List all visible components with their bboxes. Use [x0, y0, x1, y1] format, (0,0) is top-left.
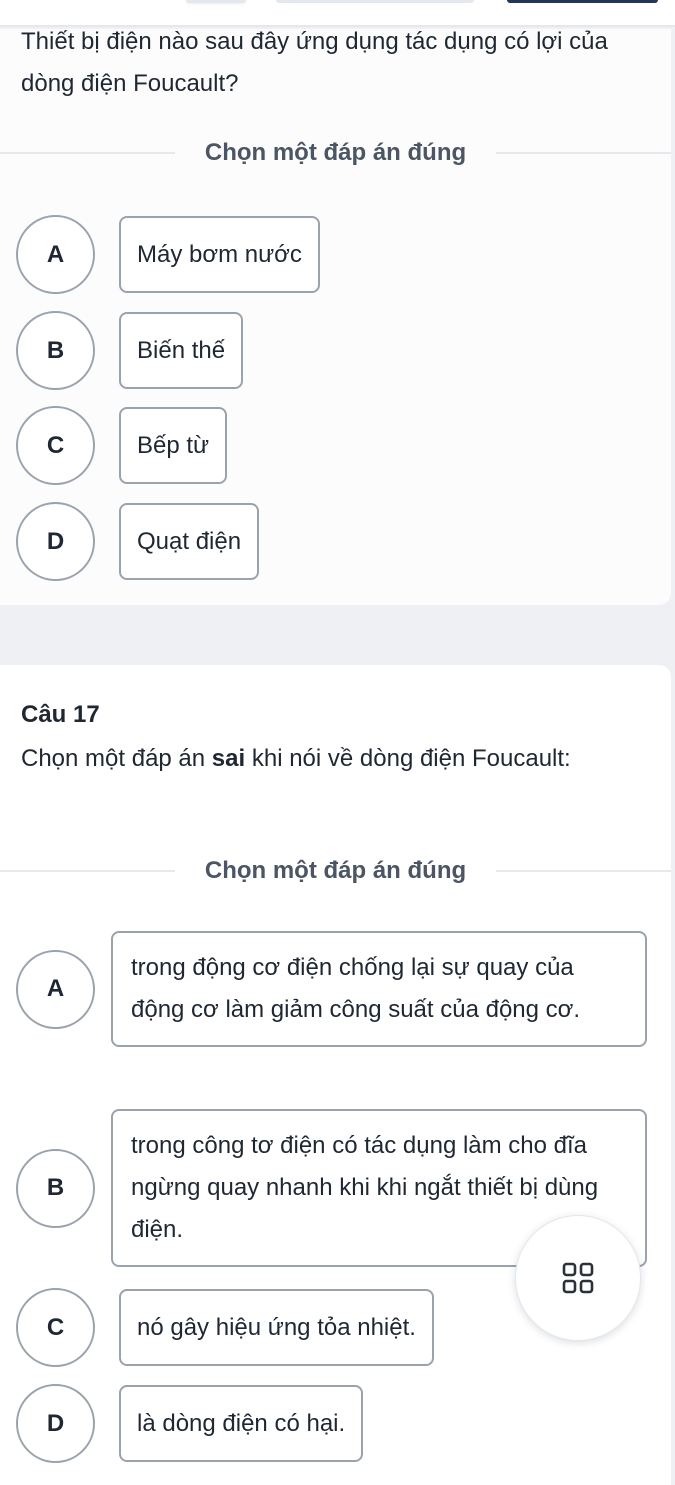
- question-text-after: khi nói về dòng điện Foucault:: [245, 745, 571, 772]
- divider-line: [496, 870, 672, 872]
- option-text[interactable]: Biến thế: [119, 312, 244, 389]
- option-letter[interactable]: A: [16, 949, 95, 1029]
- instruction-label: Chọn một đáp án đúng: [204, 139, 467, 166]
- option-text[interactable]: là dòng điện có hại.: [119, 1385, 364, 1462]
- question-number: Câu 17: [21, 701, 100, 728]
- option-text[interactable]: trong động cơ điện chống lại sự quay của…: [111, 931, 647, 1047]
- option-c[interactable]: C Bếp từ: [16, 406, 228, 485]
- divider-line: [496, 152, 672, 154]
- question-text-before: Chọn một đáp án: [21, 745, 212, 772]
- question-text: Chọn một đáp án sai khi nói về dòng điện…: [21, 738, 581, 780]
- option-letter[interactable]: B: [16, 311, 95, 390]
- instruction-divider: Chọn một đáp án đúng: [0, 856, 672, 886]
- option-letter[interactable]: B: [16, 1148, 95, 1228]
- divider-line: [0, 152, 175, 154]
- divider-line: [0, 870, 175, 872]
- option-a[interactable]: A Máy bơm nước: [16, 215, 320, 294]
- question-text: Thiết bị điện nào sau đây ứng dụng tác d…: [21, 28, 608, 97]
- question-card: Câu 17 Chọn một đáp án sai khi nói về dò…: [0, 665, 672, 1485]
- option-text[interactable]: Bếp từ: [119, 407, 228, 484]
- option-text[interactable]: Quạt điện: [119, 503, 260, 580]
- question-grid-button[interactable]: [515, 1215, 641, 1341]
- instruction-divider: Chọn một đáp án đúng: [0, 138, 672, 168]
- option-text[interactable]: Máy bơm nước: [119, 216, 320, 293]
- option-letter[interactable]: C: [16, 1288, 95, 1367]
- option-text[interactable]: nó gây hiệu ứng tỏa nhiệt.: [119, 1289, 434, 1366]
- instruction-label: Chọn một đáp án đúng: [204, 857, 467, 884]
- option-c[interactable]: C nó gây hiệu ứng tỏa nhiệt.: [16, 1288, 434, 1367]
- option-letter[interactable]: A: [16, 215, 95, 294]
- option-letter[interactable]: D: [16, 502, 95, 581]
- option-letter[interactable]: D: [16, 1384, 95, 1463]
- grid-icon: [562, 1262, 594, 1294]
- option-a[interactable]: A trong động cơ điện chống lại sự quay c…: [16, 931, 647, 1047]
- tab-indicator-active[interactable]: [507, 0, 658, 3]
- option-b[interactable]: B Biến thế: [16, 311, 244, 390]
- option-d[interactable]: D là dòng điện có hại.: [16, 1384, 364, 1463]
- option-d[interactable]: D Quạt điện: [16, 502, 260, 581]
- question-text-emphasis: sai: [211, 745, 246, 772]
- question-card: Thiết bị điện nào sau đây ứng dụng tác d…: [0, 28, 672, 605]
- option-letter[interactable]: C: [16, 406, 95, 485]
- tab-indicator-2[interactable]: [276, 0, 474, 3]
- tab-indicator-1[interactable]: [186, 0, 246, 3]
